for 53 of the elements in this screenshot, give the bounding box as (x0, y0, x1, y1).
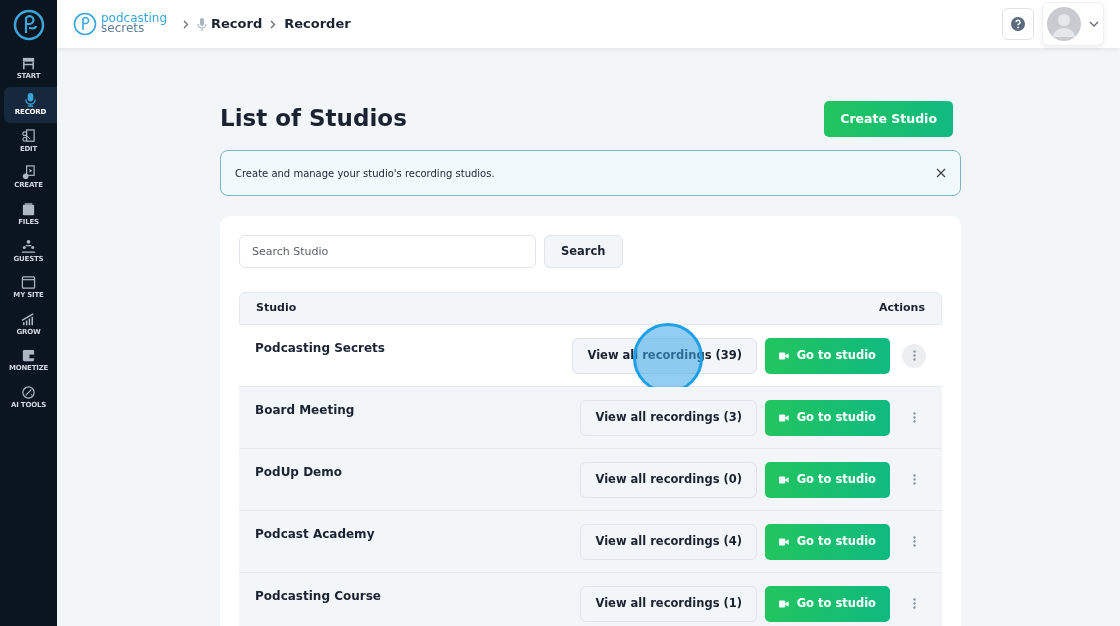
search-button[interactable]: Search (544, 235, 623, 268)
view-recordings-button[interactable]: View all recordings (0) (580, 461, 757, 498)
microphone-icon (197, 17, 208, 32)
video-camera-icon (779, 598, 789, 609)
microphone-icon (23, 92, 38, 108)
browser-icon (21, 275, 36, 291)
sign-icon (21, 55, 36, 71)
column-header: Actions (879, 300, 925, 317)
more-icon (912, 536, 916, 547)
studio-name: Podcasting Course (255, 588, 382, 605)
folder-icon (21, 201, 36, 217)
logo-icon (12, 9, 45, 41)
avatar-icon (1047, 7, 1081, 41)
table-row[interactable]: Board Meeting View all recordings (3) Go to studio (239, 387, 942, 449)
video-camera-icon (779, 536, 789, 547)
video-camera-icon (779, 474, 789, 485)
video-camera-icon (779, 412, 789, 423)
table-row[interactable]: Podcasting Course View all recordings (1) Go to studio (239, 573, 942, 626)
more-icon (912, 412, 916, 423)
video-file-icon (21, 165, 36, 181)
view-recordings-button[interactable]: View all recordings (4) (580, 523, 757, 560)
more-options-button[interactable] (902, 343, 926, 368)
edit-icon (21, 128, 36, 144)
chart-icon (21, 311, 36, 327)
more-icon (912, 350, 916, 361)
breadcrumb-link[interactable]: Record (211, 14, 263, 34)
chevron-right-icon (183, 20, 190, 30)
magic-icon (21, 384, 36, 400)
video-camera-icon (779, 350, 789, 361)
brand-logo[interactable]: podcasting secrets (73, 12, 168, 36)
page-title: List of Studios (220, 105, 407, 133)
column-header: Studio (256, 300, 297, 317)
view-recordings-button[interactable]: View all recordings (3) (580, 399, 757, 436)
help-icon (1011, 17, 1025, 31)
studio-name: Podcasting Secrets (255, 340, 386, 357)
view-recordings-button[interactable]: View all recordings (1) (580, 585, 757, 622)
search-field[interactable]: Search Studio (239, 235, 536, 268)
table-row[interactable]: PodUp Demo View all recordings (0) Go to studio (239, 449, 942, 511)
studio-name: Podcast Academy (255, 526, 376, 543)
studio-name: Board Meeting (255, 402, 356, 419)
more-icon (912, 474, 916, 485)
close-icon[interactable] (936, 168, 946, 178)
profile-menu[interactable] (1042, 2, 1104, 46)
people-icon (21, 238, 36, 254)
help-button[interactable] (1002, 8, 1034, 40)
wallet-icon (21, 348, 36, 364)
studio-name: PodUp Demo (255, 464, 343, 481)
breadcrumb-link[interactable]: Recorder (284, 14, 351, 34)
table-row[interactable]: Podcast Academy View all recordings (4) Go to studio (239, 511, 942, 573)
alert-text: Create and manage your studio's recording studios. (235, 166, 495, 181)
more-icon (912, 598, 916, 609)
chevron-down-icon (1089, 21, 1099, 27)
chevron-right-icon (270, 20, 277, 30)
